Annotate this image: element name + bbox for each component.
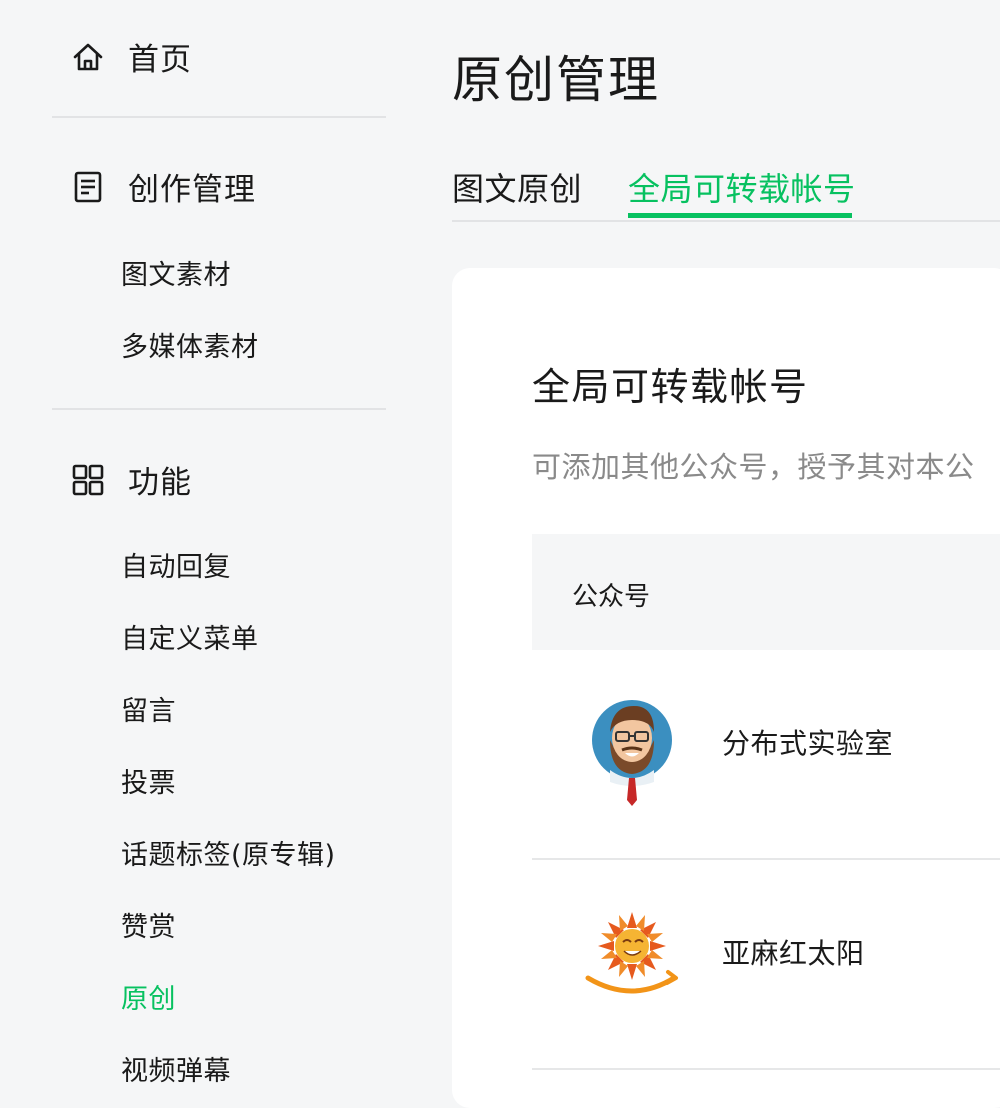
account-name: 亚麻红太阳 bbox=[722, 937, 865, 970]
sidebar-divider bbox=[52, 116, 386, 118]
content-card: 全局可转载帐号 可添加其他公众号，授予其对本公 公众号 分布式实验室 亚麻红太阳 bbox=[452, 268, 1000, 1108]
sidebar-item-video-danmaku[interactable]: 视频弹幕 bbox=[121, 1049, 231, 1088]
page-title: 原创管理 bbox=[452, 51, 660, 109]
sidebar-item-comments[interactable]: 留言 bbox=[121, 689, 176, 728]
table-row: 分布式实验室 bbox=[532, 650, 1000, 860]
document-icon bbox=[70, 169, 106, 205]
nav-creation[interactable]: 创作管理 bbox=[70, 164, 256, 209]
sidebar-item-multimedia-material[interactable]: 多媒体素材 bbox=[121, 325, 259, 364]
nav-home[interactable]: 首页 bbox=[70, 34, 192, 79]
sidebar-item-custom-menu[interactable]: 自定义菜单 bbox=[121, 617, 259, 656]
table-header: 公众号 bbox=[532, 534, 1000, 650]
sidebar: 首页 创作管理 图文素材 多媒体素材 功能 自动回复 自定义菜单 留言 投票 话… bbox=[0, 0, 440, 1096]
sun-smile-avatar bbox=[584, 898, 680, 1018]
sidebar-item-auto-reply[interactable]: 自动回复 bbox=[121, 545, 231, 584]
nav-features[interactable]: 功能 bbox=[70, 457, 192, 502]
grid-icon bbox=[70, 462, 106, 498]
sidebar-item-image-text-material[interactable]: 图文素材 bbox=[121, 253, 231, 292]
sidebar-item-original[interactable]: 原创 bbox=[121, 977, 176, 1016]
table-row: 亚麻红太阳 bbox=[532, 860, 1000, 1070]
home-icon bbox=[70, 39, 106, 75]
nav-home-label: 首页 bbox=[128, 42, 192, 78]
tab-bar: 图文原创 全局可转载帐号 bbox=[452, 160, 1000, 222]
sidebar-item-topic-tags[interactable]: 话题标签(原专辑) bbox=[121, 833, 336, 872]
card-title: 全局可转载帐号 bbox=[532, 365, 809, 409]
sidebar-divider bbox=[52, 408, 386, 410]
cartoon-man-avatar bbox=[584, 690, 680, 810]
nav-creation-label: 创作管理 bbox=[128, 172, 256, 208]
tab-image-text-original[interactable]: 图文原创 bbox=[452, 164, 582, 210]
sidebar-item-appreciation[interactable]: 赞赏 bbox=[121, 905, 176, 944]
nav-features-label: 功能 bbox=[128, 465, 192, 501]
card-description: 可添加其他公众号，授予其对本公 bbox=[532, 450, 975, 484]
account-name: 分布式实验室 bbox=[722, 727, 894, 760]
active-tab-indicator bbox=[628, 213, 852, 218]
column-header-account: 公众号 bbox=[572, 582, 651, 612]
sidebar-item-vote[interactable]: 投票 bbox=[121, 761, 176, 800]
tab-global-reprint-accounts[interactable]: 全局可转载帐号 bbox=[628, 164, 856, 210]
